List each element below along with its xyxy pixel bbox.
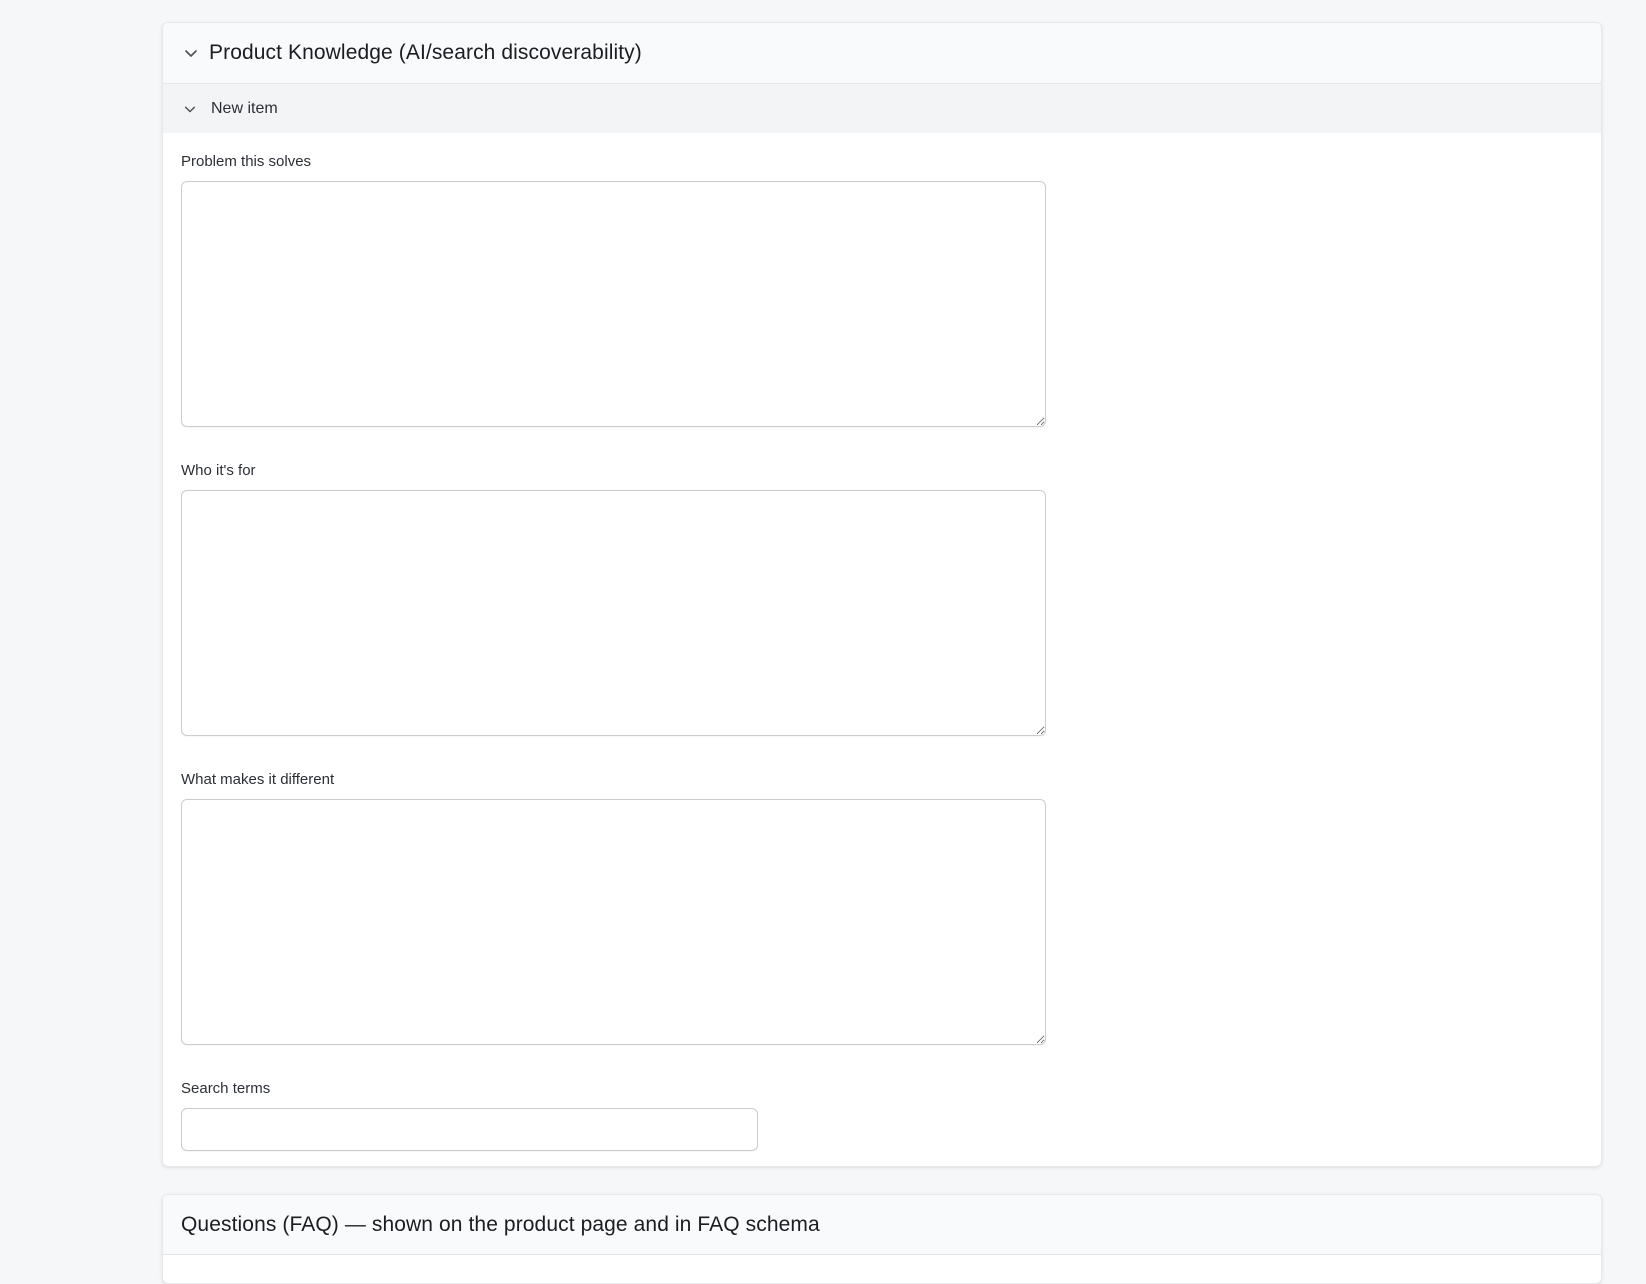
new-item-form: Problem this solves Who it's for What ma… xyxy=(163,133,1601,1151)
search-terms-label: Search terms xyxy=(181,1080,271,1097)
product-knowledge-title: Product Knowledge (AI/search discoverabi… xyxy=(209,41,642,64)
faq-header[interactable]: Questions (FAQ) — shown on the product p… xyxy=(163,1195,1601,1255)
problem-textarea[interactable] xyxy=(181,181,1046,427)
search-terms-input[interactable] xyxy=(181,1108,758,1151)
audience-label: Who it's for xyxy=(181,462,256,479)
product-knowledge-panel: Product Knowledge (AI/search discoverabi… xyxy=(162,22,1602,1167)
chevron-down-icon[interactable] xyxy=(183,45,199,61)
faq-panel: Questions (FAQ) — shown on the product p… xyxy=(162,1194,1602,1284)
difference-label: What makes it different xyxy=(181,771,335,788)
chevron-down-icon[interactable] xyxy=(183,102,197,116)
new-item-title: New item xyxy=(211,99,278,117)
problem-label: Problem this solves xyxy=(181,153,312,170)
difference-textarea[interactable] xyxy=(181,799,1046,1045)
faq-title: Questions (FAQ) — shown on the product p… xyxy=(181,1212,820,1236)
audience-textarea[interactable] xyxy=(181,490,1046,736)
product-knowledge-header[interactable]: Product Knowledge (AI/search discoverabi… xyxy=(163,23,1601,84)
new-item-header[interactable]: New item xyxy=(163,84,1601,133)
